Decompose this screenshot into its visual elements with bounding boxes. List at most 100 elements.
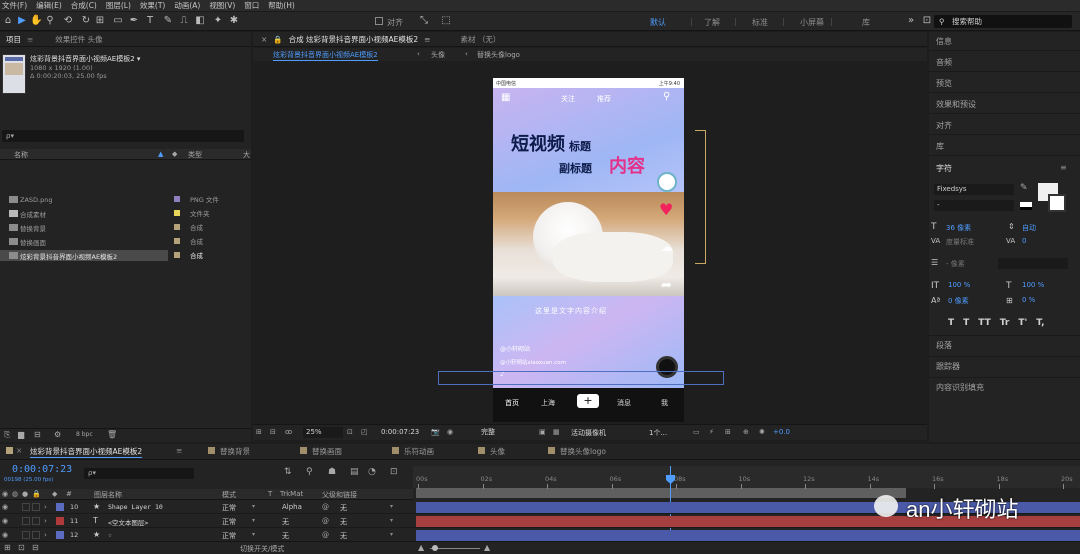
avatar[interactable]	[657, 172, 677, 192]
project-search-input[interactable]: ρ▾	[2, 130, 244, 142]
solo-toggle[interactable]	[22, 517, 30, 525]
search-help-toggle-icon[interactable]: ⊡	[921, 15, 933, 27]
label-swatch[interactable]	[174, 210, 180, 216]
graph-editor-icon[interactable]: ⊡	[390, 467, 398, 477]
lock-toggle[interactable]	[32, 517, 40, 525]
text-style-button[interactable]: Tr	[1000, 318, 1010, 330]
selection-bounding-box[interactable]	[695, 130, 706, 264]
solo-toggle[interactable]	[22, 503, 30, 511]
layer-parent[interactable]: 无	[340, 517, 347, 527]
layer-duration-bar[interactable]	[416, 530, 1080, 541]
pen-tool-icon[interactable]: ✒	[128, 15, 140, 27]
timeline-link-icon[interactable]: ⊞	[725, 428, 731, 436]
expand-arrow-icon[interactable]: ›	[44, 503, 47, 511]
horizontal-scale-value[interactable]: 100 %	[1022, 281, 1044, 289]
pick-whip-icon[interactable]: @	[322, 531, 329, 539]
region-icon[interactable]: ꝏ	[285, 428, 292, 436]
layer-bounds-box[interactable]	[438, 371, 724, 385]
roi-icon[interactable]: ▣	[539, 428, 546, 436]
snap-checkbox[interactable]	[375, 17, 383, 25]
text-style-button[interactable]: T	[963, 318, 969, 330]
dropdown-arrow-icon[interactable]: ▾	[390, 531, 393, 538]
reset-exposure-icon[interactable]: ✺	[759, 428, 765, 436]
text-style-button[interactable]: T,	[1036, 318, 1044, 330]
tab-effects[interactable]: 效果控件 头像	[55, 34, 102, 45]
timeline-tab[interactable]: 乐符动画	[404, 446, 434, 457]
stroke-type-select[interactable]	[998, 258, 1068, 269]
label-swatch[interactable]	[174, 196, 180, 202]
stroke-color-swatch[interactable]	[1048, 194, 1066, 212]
project-item[interactable]: 炫彩背景抖音界面小视频AE模板2 合成	[0, 250, 203, 261]
workspace-more-icon[interactable]: »	[905, 15, 917, 27]
trash-icon[interactable]: 🗑	[107, 430, 117, 439]
zoom-in-mountain-icon[interactable]: ▲	[484, 543, 490, 552]
label-column-icon[interactable]: ◆	[172, 150, 177, 158]
pan-behind-icon[interactable]: ⊞	[94, 15, 106, 27]
timeline-timecode[interactable]: 0:00:07:23	[12, 464, 72, 475]
tab-menu-icon[interactable]: ≡	[424, 35, 430, 44]
label-swatch[interactable]	[174, 252, 180, 258]
dropdown-arrow-icon[interactable]: ▾	[390, 517, 393, 524]
baseline-value[interactable]: 0 像素	[948, 296, 969, 306]
tracking-value[interactable]: 0	[1022, 237, 1026, 245]
layer-name[interactable]: ☆	[108, 531, 112, 539]
views-select[interactable]: 1个...	[649, 428, 667, 438]
project-item[interactable]: 替换画面 合成	[0, 236, 251, 247]
breadcrumb-item-logo[interactable]: 替换头像logo	[477, 50, 520, 60]
menu-item[interactable]: 帮助(H)	[268, 0, 295, 11]
font-size-value[interactable]: 36 像素	[946, 223, 971, 233]
layer-switches-icon[interactable]: ⊞	[4, 543, 11, 552]
layer-name[interactable]: <空文本图层>	[108, 517, 148, 527]
new-comp-icon[interactable]: ⊟	[34, 430, 41, 439]
puppet-pin-icon[interactable]: ✱	[228, 15, 240, 27]
tab-footage[interactable]: 素材 （无）	[460, 34, 500, 45]
kerning-value[interactable]: 度量标准	[946, 237, 974, 247]
heart-icon[interactable]: ♥	[659, 200, 673, 219]
menu-item[interactable]: 效果(T)	[140, 0, 165, 11]
text-style-button[interactable]: TT	[978, 318, 991, 330]
menu-item[interactable]: 动画(A)	[174, 0, 200, 11]
composition-mini-flowchart-icon[interactable]: ⇅	[284, 467, 292, 477]
snap-extend-icon[interactable]: ⤡	[418, 15, 430, 27]
camera-select[interactable]: 活动摄像机	[571, 428, 606, 438]
nav-home[interactable]: 首页	[505, 398, 519, 408]
close-icon[interactable]: ×	[16, 446, 22, 455]
tab-project[interactable]: 项目	[6, 34, 21, 45]
expand-arrow-icon[interactable]: ›	[44, 517, 47, 525]
pick-whip-icon[interactable]: @	[322, 517, 329, 525]
toggle-switches-modes[interactable]: 切换开关/模式	[240, 544, 284, 554]
tsume-value[interactable]: 0 %	[1022, 296, 1035, 304]
layer-trkmat[interactable]: Alpha	[282, 503, 302, 511]
hand-tool-icon[interactable]: ✋	[30, 15, 42, 27]
workspace-tab[interactable]: 小屏幕	[800, 17, 824, 28]
dropdown-arrow-icon[interactable]: ▾	[252, 517, 255, 524]
pick-whip-icon[interactable]: @	[322, 503, 329, 511]
mask-icon[interactable]: ⊟	[270, 428, 276, 436]
visibility-eye-icon[interactable]: ◉	[2, 531, 8, 539]
home-icon[interactable]: ⌂	[2, 15, 14, 27]
snapshot-icon[interactable]: 📷	[431, 428, 440, 436]
project-item[interactable]: 替换背景 合成	[0, 222, 251, 233]
type-tool-icon[interactable]: T	[144, 15, 156, 27]
viewer-timecode[interactable]: 0:00:07:23	[381, 428, 419, 436]
col-type[interactable]: 类型	[188, 150, 202, 160]
comment-icon[interactable]: ☁	[661, 240, 673, 254]
nav-messages[interactable]: 消息	[617, 398, 631, 408]
layer-trkmat[interactable]: 无	[282, 517, 289, 527]
layer-label-color[interactable]	[56, 517, 64, 525]
orbit-camera-icon[interactable]: ⟲	[62, 15, 74, 27]
expand-arrow-icon[interactable]: ›	[44, 531, 47, 539]
dropdown-arrow-icon[interactable]: ▾	[252, 531, 255, 538]
top-tab-follow[interactable]: 关注	[561, 94, 575, 104]
col-trkmat[interactable]: TrkMat	[280, 490, 303, 498]
layer-parent[interactable]: 无	[340, 503, 347, 513]
search-help-field[interactable]: ⚲ 搜索帮助	[934, 15, 1072, 28]
timeline-tab[interactable]: 炫彩背景抖音界面小视频AE模板2	[30, 446, 143, 458]
swap-color-icon[interactable]	[1020, 202, 1032, 210]
panel-item[interactable]: 跟踪器	[936, 361, 960, 372]
col-layer-name[interactable]: 图层名称	[94, 490, 122, 500]
panel-item[interactable]: 库	[936, 141, 944, 152]
layer-label-color[interactable]	[56, 503, 64, 511]
bpc-label[interactable]: 8 bpc	[76, 431, 93, 438]
tab-composition[interactable]: 合成 炫彩背景抖音界面小视频AE模板2	[289, 34, 419, 45]
